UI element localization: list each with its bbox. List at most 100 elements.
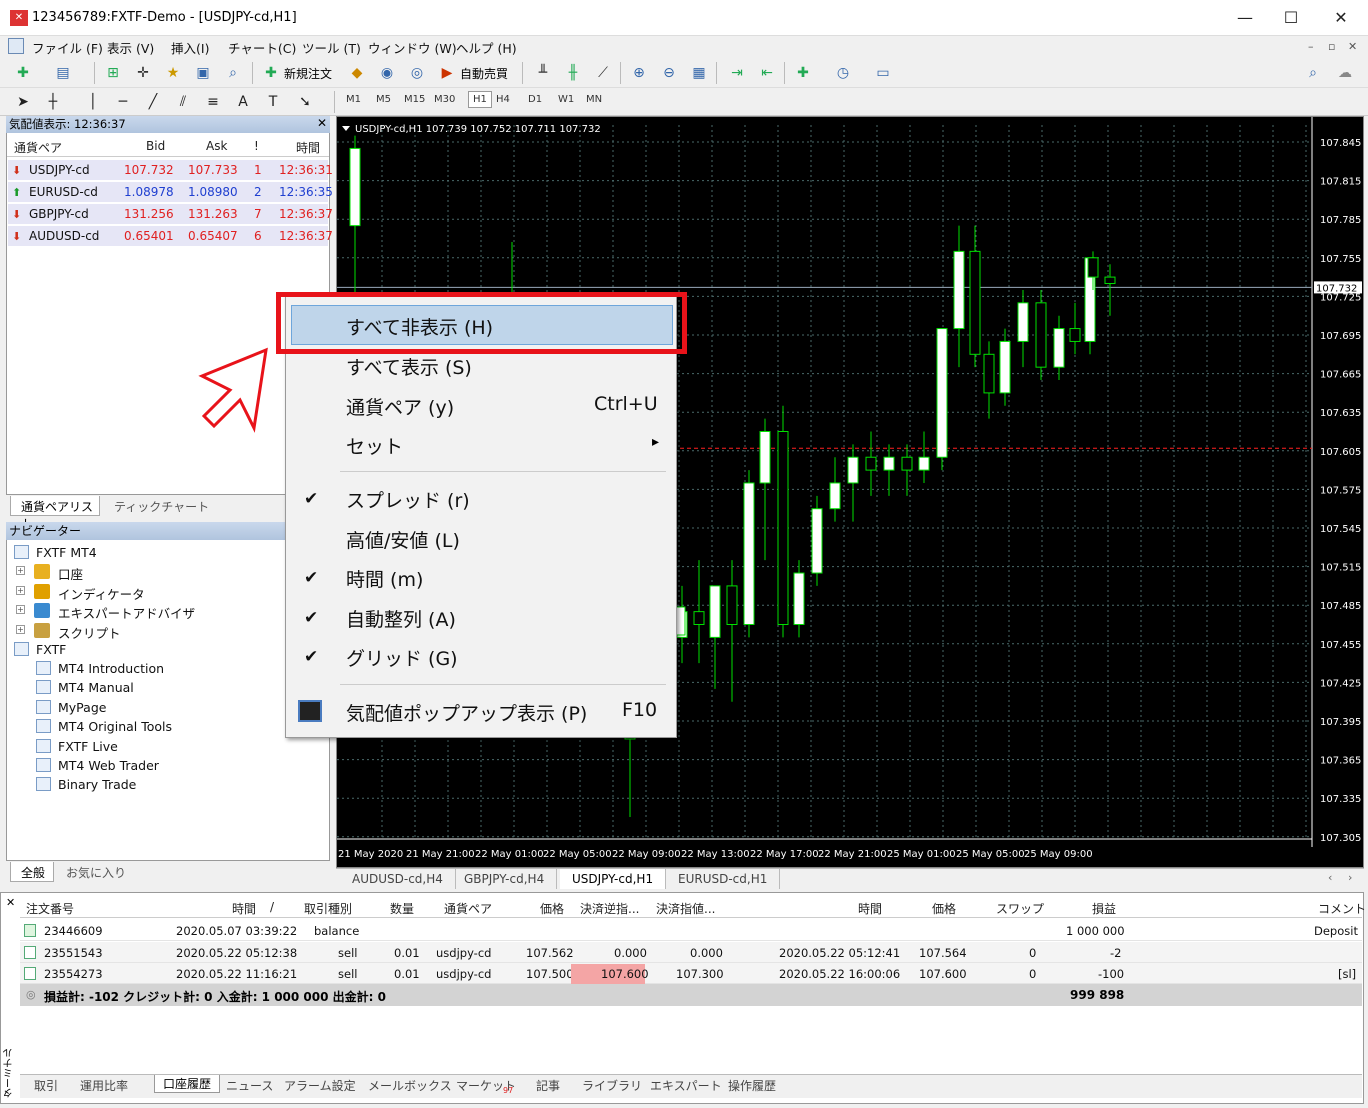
- expand-icon[interactable]: +: [16, 566, 25, 575]
- nav-link[interactable]: MT4 Manual: [58, 680, 134, 695]
- zoom-out-icon[interactable]: ⊖: [658, 62, 680, 84]
- column-header[interactable]: 通貨ペア: [444, 900, 492, 917]
- horizontal-line-icon[interactable]: ─: [112, 91, 134, 113]
- menu-auto-arrange[interactable]: 自動整列 (A): [346, 605, 456, 632]
- search-icon[interactable]: ⌕: [1302, 62, 1324, 84]
- expand-icon[interactable]: +: [16, 585, 25, 595]
- text-icon[interactable]: A: [232, 91, 254, 113]
- nav-link[interactable]: FXTF Live: [58, 739, 118, 754]
- menu-show-all[interactable]: すべて表示 (S): [346, 353, 472, 380]
- zoom-in-icon[interactable]: ⊕: [628, 62, 650, 84]
- expand-icon[interactable]: +: [16, 624, 25, 634]
- terminal-close-icon[interactable]: ✕: [6, 896, 15, 909]
- column-header[interactable]: スワップ: [996, 900, 1044, 917]
- menu-grid[interactable]: グリッド (G): [346, 644, 458, 671]
- menu-sets[interactable]: セット: [346, 432, 403, 459]
- tab-symbols[interactable]: 通貨ペアリスト: [10, 496, 100, 531]
- header-symbol[interactable]: 通貨ペア: [14, 139, 62, 156]
- column-header[interactable]: 注文番号: [26, 900, 74, 917]
- data-window-icon[interactable]: ✛: [132, 62, 154, 84]
- terminal-tab[interactable]: メールボックス: [368, 1077, 452, 1094]
- channel-icon[interactable]: ⫽: [172, 91, 194, 113]
- chart-tabs-scroll-right-icon[interactable]: ›: [1348, 871, 1352, 884]
- column-header[interactable]: 決済指値...: [656, 900, 715, 917]
- navigator-icon[interactable]: ★: [162, 62, 184, 84]
- header-time[interactable]: 時間: [296, 139, 320, 156]
- timeframe-d1[interactable]: D1: [528, 94, 542, 105]
- periods-icon[interactable]: ◷: [832, 62, 854, 84]
- menu-help[interactable]: ヘルプ (H): [456, 38, 517, 57]
- new-order-icon[interactable]: ✚: [260, 62, 282, 84]
- terminal-tab[interactable]: 口座履歴: [154, 1075, 221, 1093]
- trendline-icon[interactable]: ╱: [142, 91, 164, 113]
- cursor-icon[interactable]: ➤: [12, 91, 34, 113]
- header-bid[interactable]: Bid: [146, 139, 165, 153]
- timeframe-m5[interactable]: M5: [376, 94, 391, 105]
- close-button[interactable]: ✕: [1326, 6, 1356, 30]
- nav-root[interactable]: FXTF MT4: [36, 545, 97, 560]
- column-header[interactable]: 時間: [858, 900, 882, 917]
- bar-chart-icon[interactable]: ╨: [532, 62, 554, 84]
- nav-link[interactable]: Binary Trade: [58, 777, 136, 792]
- timeframe-mn[interactable]: MN: [586, 94, 602, 105]
- nav-item[interactable]: エキスパートアドバイザ: [58, 603, 195, 622]
- nav-folder-fxtf[interactable]: FXTF: [36, 642, 66, 657]
- chart-shift-icon[interactable]: ⇤: [756, 62, 778, 84]
- nav-link[interactable]: MT4 Web Trader: [58, 758, 159, 773]
- menu-symbols[interactable]: 通貨ペア (y): [346, 393, 454, 420]
- tile-windows-icon[interactable]: ▦: [688, 62, 710, 84]
- column-header[interactable]: 価格: [540, 900, 564, 917]
- market-watch-icon[interactable]: ⊞: [102, 62, 124, 84]
- menu-insert[interactable]: 挿入(I): [171, 38, 209, 57]
- menu-view[interactable]: 表示 (V): [107, 38, 154, 57]
- terminal-tab[interactable]: ニュース: [226, 1077, 273, 1094]
- nav-item[interactable]: 口座: [58, 564, 83, 583]
- timeframe-m15[interactable]: M15: [404, 94, 425, 105]
- metaeditor-icon[interactable]: ◆: [346, 62, 368, 84]
- nav-item[interactable]: インディケータ: [58, 584, 145, 603]
- column-header[interactable]: 取引種別: [304, 900, 352, 917]
- timeframe-w1[interactable]: W1: [558, 94, 574, 105]
- chart-tab-gbpjpy[interactable]: GBPJPY-cd,H4: [452, 869, 558, 889]
- maximize-button[interactable]: ☐: [1276, 6, 1306, 30]
- tab-general[interactable]: 全般: [10, 862, 54, 882]
- fibonacci-icon[interactable]: ≡: [202, 91, 224, 113]
- menu-high-low[interactable]: 高値/安値 (L): [346, 526, 460, 553]
- line-chart-icon[interactable]: ⟋: [592, 62, 614, 84]
- minimize-button[interactable]: —: [1230, 6, 1260, 30]
- column-header[interactable]: 決済逆指...: [580, 900, 639, 917]
- chat-icon[interactable]: ☁: [1334, 62, 1356, 84]
- terminal-tab[interactable]: アラーム設定: [284, 1077, 356, 1094]
- tab-favorites[interactable]: お気に入り: [66, 864, 126, 881]
- crosshair-icon[interactable]: ┼: [42, 91, 64, 113]
- market-watch-close-icon[interactable]: ✕: [317, 116, 327, 130]
- terminal-tab[interactable]: 記事: [536, 1077, 560, 1094]
- terminal-tab[interactable]: 操作履歴: [728, 1077, 776, 1094]
- terminal-tab[interactable]: 取引: [34, 1077, 58, 1094]
- mdi-minimize-button[interactable]: –: [1308, 40, 1314, 53]
- timeframe-m30[interactable]: M30: [434, 94, 455, 105]
- text-label-icon[interactable]: T: [262, 91, 284, 113]
- menu-window[interactable]: ウィンドウ (W): [368, 38, 457, 57]
- chart-tab-eurusd[interactable]: EURUSD-cd,H1: [666, 869, 781, 889]
- nav-item[interactable]: スクリプト: [58, 623, 121, 642]
- templates-icon[interactable]: ▭: [872, 62, 894, 84]
- arrows-icon[interactable]: ➘: [294, 91, 316, 113]
- indicators-icon[interactable]: ✚: [792, 62, 814, 84]
- mdi-close-button[interactable]: ✕: [1348, 40, 1357, 53]
- column-header[interactable]: コメント: [1318, 900, 1366, 917]
- menu-spread[interactable]: スプレッド (r): [346, 486, 470, 513]
- menu-chart[interactable]: チャート(C): [228, 38, 296, 57]
- nav-link[interactable]: MyPage: [58, 700, 106, 715]
- expand-icon[interactable]: +: [16, 605, 25, 614]
- community-icon[interactable]: ◉: [376, 62, 398, 84]
- profiles-icon[interactable]: ▤: [52, 62, 74, 84]
- column-header[interactable]: 時間: [232, 900, 256, 917]
- header-spread[interactable]: !: [254, 139, 259, 153]
- timeframe-h4[interactable]: H4: [496, 94, 510, 105]
- auto-trade-icon[interactable]: ▶: [436, 62, 458, 84]
- chart-tab-usdjpy[interactable]: USDJPY-cd,H1: [560, 869, 667, 889]
- terminal-tab[interactable]: エキスパート: [650, 1077, 722, 1094]
- menu-file[interactable]: ファイル (F): [32, 38, 103, 57]
- terminal-tab[interactable]: 運用比率: [80, 1077, 128, 1094]
